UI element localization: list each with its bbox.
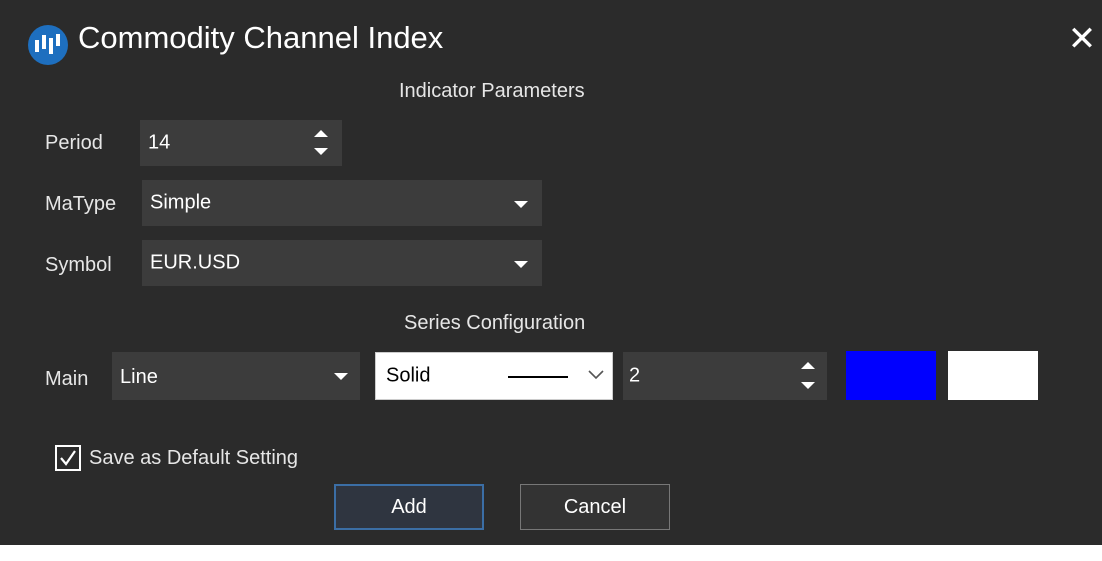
chevron-down-icon — [514, 201, 528, 208]
save-default-label[interactable]: Save as Default Setting — [89, 447, 298, 470]
series-type-select[interactable]: Line — [112, 352, 360, 400]
period-stepper[interactable]: 14 — [140, 120, 342, 166]
dialog-title: Commodity Channel Index — [78, 20, 444, 55]
app-logo-icon — [28, 25, 68, 65]
line-width-stepper[interactable]: 2 — [623, 352, 827, 400]
period-value: 14 — [148, 131, 171, 154]
series-secondary-color-swatch[interactable] — [948, 351, 1038, 400]
spin-down-icon[interactable] — [801, 382, 815, 389]
matype-select[interactable]: Simple — [142, 180, 542, 226]
checkmark-icon — [60, 450, 76, 466]
cancel-button[interactable]: Cancel — [520, 484, 670, 530]
add-button[interactable]: Add — [334, 484, 484, 530]
symbol-value: EUR.USD — [150, 251, 241, 274]
series-main-label: Main — [45, 368, 89, 390]
save-default-checkbox[interactable] — [55, 445, 81, 471]
line-style-value: Solid — [386, 364, 431, 387]
close-icon[interactable]: ✕ — [1062, 14, 1102, 64]
matype-label: MaType — [45, 193, 117, 215]
symbol-select[interactable]: EUR.USD — [142, 240, 542, 286]
spin-up-icon[interactable] — [801, 362, 815, 369]
period-label: Period — [45, 132, 103, 154]
line-preview-icon — [508, 376, 568, 378]
series-type-value: Line — [120, 366, 158, 388]
spin-up-icon[interactable] — [314, 130, 328, 137]
chevron-down-icon — [334, 373, 348, 380]
series-color-swatch[interactable] — [846, 351, 936, 400]
title-bar: Commodity Channel Index ✕ — [0, 0, 1102, 80]
symbol-label: Symbol — [45, 254, 112, 276]
chevron-down-icon — [588, 370, 604, 380]
line-width-value: 2 — [629, 364, 641, 387]
spin-down-icon[interactable] — [314, 148, 328, 155]
indicator-parameters-heading: Indicator Parameters — [399, 80, 585, 102]
chevron-down-icon — [514, 261, 528, 268]
matype-value: Simple — [150, 191, 212, 214]
series-configuration-heading: Series Configuration — [404, 312, 586, 334]
line-style-select[interactable]: Solid — [375, 352, 613, 400]
indicator-dialog: Commodity Channel Index ✕ Indicator Para… — [0, 0, 1102, 545]
